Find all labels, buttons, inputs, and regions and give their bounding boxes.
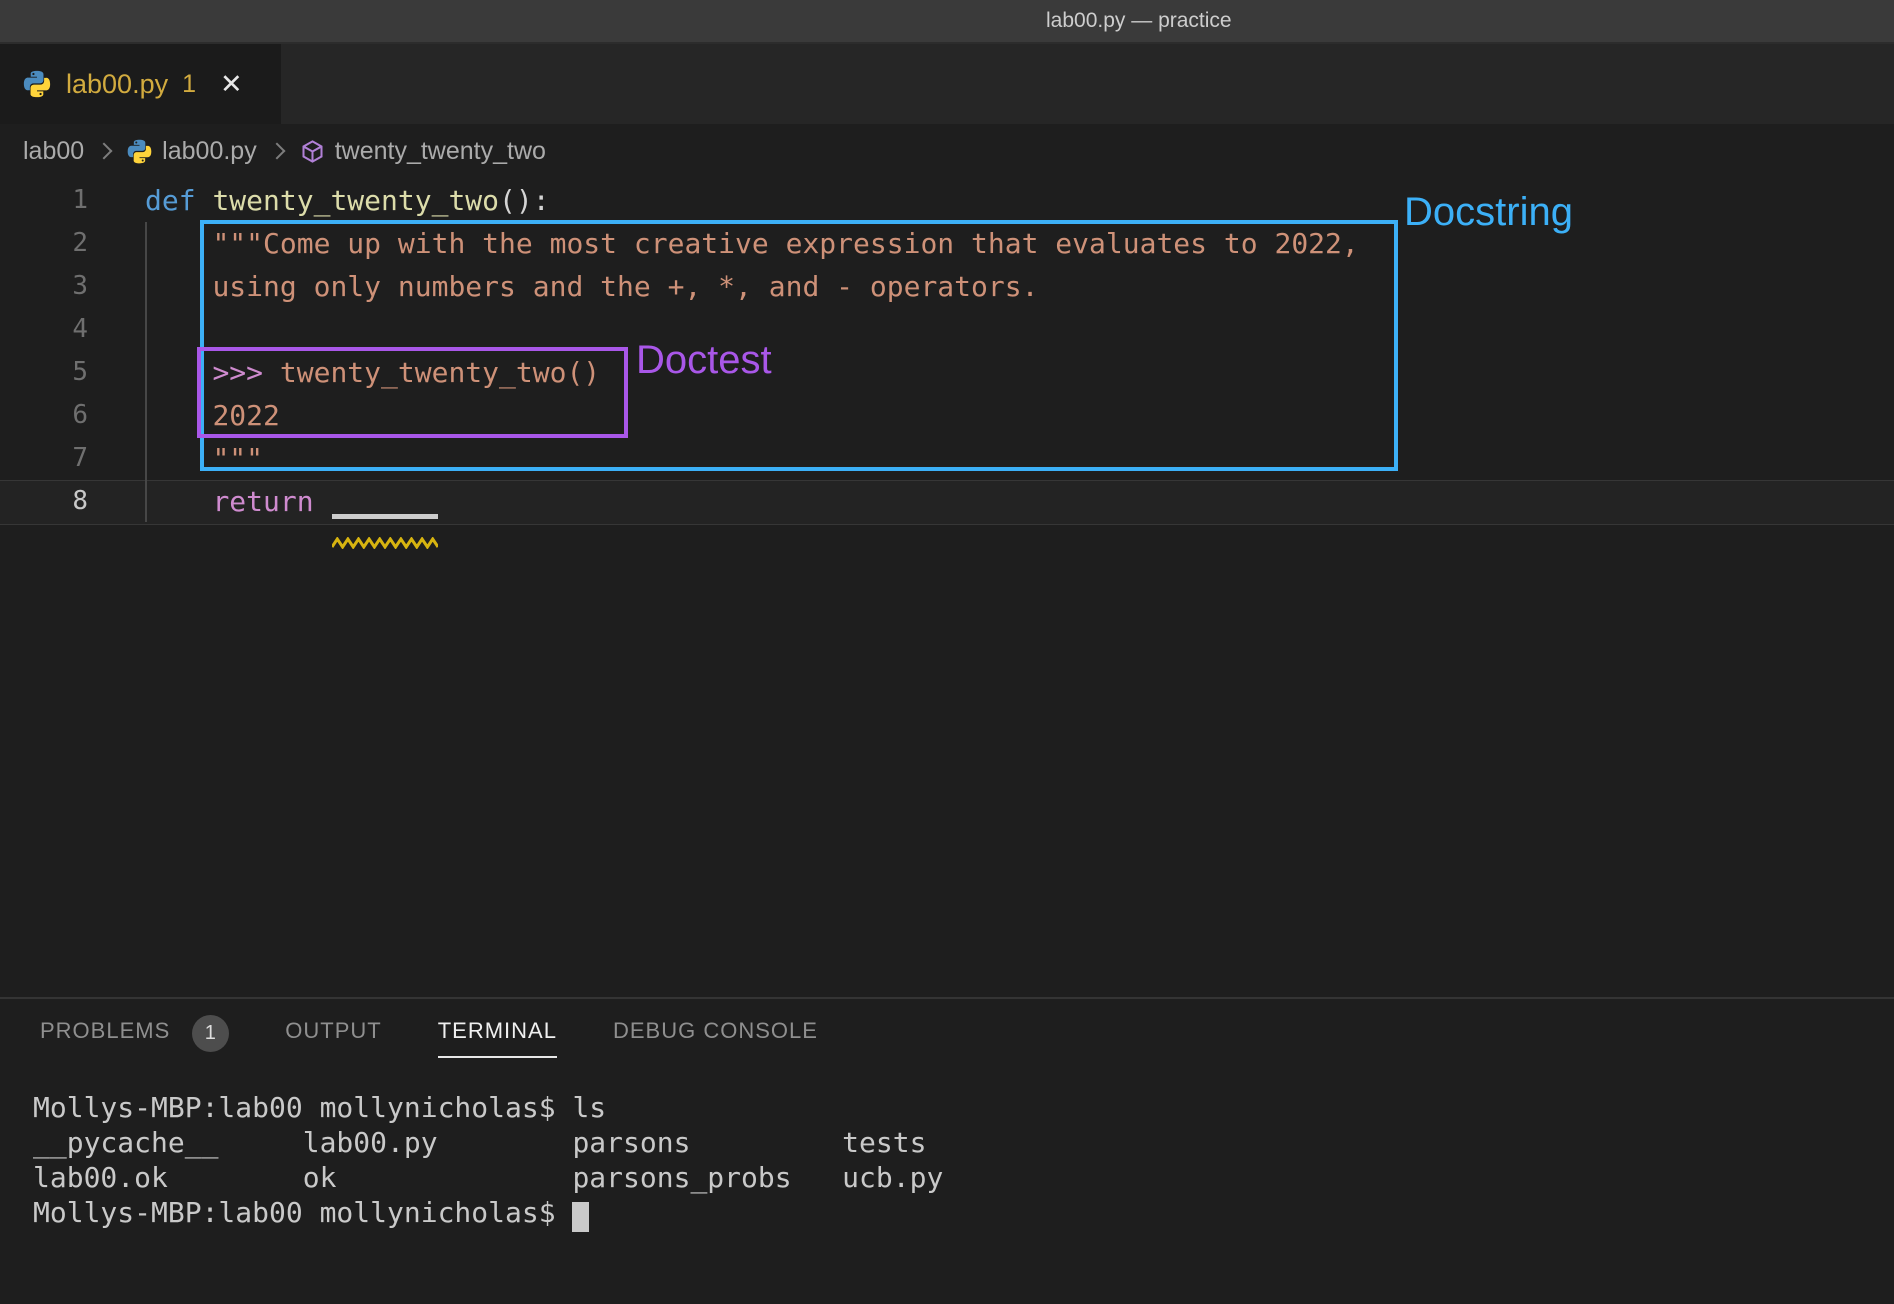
code-token <box>145 442 212 475</box>
panel-tab-label: OUTPUT <box>285 1018 381 1058</box>
chevron-right-icon <box>96 143 113 160</box>
code-line[interactable]: >>> twenty_twenty_two() <box>0 351 1894 394</box>
breadcrumb-item-lab00[interactable]: lab00 <box>23 137 84 166</box>
code-line[interactable] <box>0 308 1894 351</box>
panel-tab-output[interactable]: OUTPUT <box>285 1018 381 1058</box>
chevron-right-icon <box>268 143 285 160</box>
doctest-annotation-label: Doctest <box>636 338 772 383</box>
panel-tab-problems[interactable]: PROBLEMS 1 <box>40 1015 229 1062</box>
terminal[interactable]: Mollys-MBP:lab00 mollynicholas$ ls__pyca… <box>33 1090 943 1230</box>
code-token: twenty_twenty_two() <box>280 356 600 389</box>
code-line[interactable]: 2022 <box>0 394 1894 437</box>
code-token: >>> <box>212 356 279 389</box>
python-icon <box>22 69 52 99</box>
code-token: return <box>212 485 330 518</box>
code-token: twenty_twenty_two <box>212 184 499 217</box>
code-token: """ <box>212 442 263 475</box>
panel-tab-label: DEBUG CONSOLE <box>613 1018 818 1058</box>
code-line[interactable]: def twenty_twenty_two(): <box>0 179 1894 222</box>
code-line[interactable]: """ <box>0 437 1894 480</box>
code-line[interactable]: return <box>0 480 1894 523</box>
title-bar: lab00.py — practice <box>0 0 1894 44</box>
panel-tab-terminal[interactable]: TERMINAL <box>438 1018 557 1058</box>
panel-tab-label: TERMINAL <box>438 1018 557 1058</box>
panel-tab-bar: PROBLEMS 1 OUTPUT TERMINAL DEBUG CONSOLE <box>0 999 1894 1059</box>
code-line[interactable]: using only numbers and the +, *, and - o… <box>0 265 1894 308</box>
code-lines: def twenty_twenty_two(): """Come up with… <box>0 179 1894 523</box>
symbol-cube-icon <box>299 138 326 165</box>
vscode-window: lab00.py — practice lab00.py 1 ✕ lab00la… <box>0 0 1894 1304</box>
code-editor[interactable]: 12345678 def twenty_twenty_two(): """Com… <box>0 178 1894 997</box>
panel-tab-label: PROBLEMS <box>40 1018 170 1058</box>
python-icon <box>126 138 153 165</box>
breadcrumb: lab00 lab00.py twenty_twenty_two <box>0 124 1894 178</box>
code-token <box>145 485 212 518</box>
terminal-line: Mollys-MBP:lab00 mollynicholas$ <box>33 1195 943 1230</box>
editor-tab-lab00[interactable]: lab00.py 1 ✕ <box>0 44 281 124</box>
window-title: lab00.py — practice <box>1046 0 1232 42</box>
terminal-line: lab00.ok ok parsons_probs ucb.py <box>33 1160 943 1195</box>
code-token <box>145 227 212 260</box>
breadcrumb-label: twenty_twenty_two <box>335 137 546 166</box>
problems-count-badge: 1 <box>192 1015 229 1052</box>
code-token: def <box>145 184 212 217</box>
bottom-panel: PROBLEMS 1 OUTPUT TERMINAL DEBUG CONSOLE Mol… <box>0 997 1894 1304</box>
editor-tab-strip: lab00.py 1 ✕ <box>0 44 1894 124</box>
docstring-annotation-label: Docstring <box>1404 190 1573 235</box>
breadcrumb-label: lab00.py <box>162 137 257 166</box>
terminal-line: Mollys-MBP:lab00 mollynicholas$ ls <box>33 1090 943 1125</box>
code-token: """Come up with the most creative expres… <box>212 227 1358 260</box>
warning-squiggle-icon <box>332 518 438 530</box>
code-token: using only numbers and the +, *, and - o… <box>212 270 1038 303</box>
terminal-line: __pycache__ lab00.py parsons tests <box>33 1125 943 1160</box>
panel-tab-debug-console[interactable]: DEBUG CONSOLE <box>613 1018 818 1058</box>
code-token <box>145 270 212 303</box>
tab-problem-count: 1 <box>182 70 196 99</box>
breadcrumb-item-lab00.py[interactable]: lab00.py <box>126 137 257 166</box>
close-icon[interactable]: ✕ <box>220 71 243 98</box>
breadcrumb-item-twenty_twenty_two[interactable]: twenty_twenty_two <box>299 137 546 166</box>
code-token <box>145 399 212 432</box>
terminal-cursor <box>572 1202 589 1232</box>
code-token <box>145 356 212 389</box>
code-token: (): <box>499 184 550 217</box>
code-token: 2022 <box>212 399 279 432</box>
code-line[interactable]: """Come up with the most creative expres… <box>0 222 1894 265</box>
tab-filename: lab00.py <box>66 69 168 100</box>
breadcrumb-label: lab00 <box>23 137 84 166</box>
